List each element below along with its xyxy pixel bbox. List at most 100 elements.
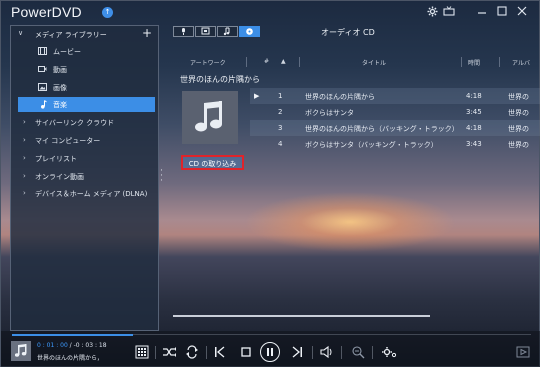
- sort-ascending-icon[interactable]: ▲: [281, 58, 286, 65]
- track-number: 3: [278, 124, 283, 132]
- chevron-right-icon: ›: [23, 172, 26, 180]
- sidebar-item-cyberlink-cloud[interactable]: › サイバーリンク クラウド: [11, 115, 158, 130]
- close-icon[interactable]: [516, 6, 528, 18]
- media-library-header[interactable]: ∨ メディア ライブラリー +: [11, 26, 158, 42]
- chevron-down-icon: ∨: [18, 29, 24, 37]
- import-cd-label: CD の取り込み: [188, 160, 237, 168]
- next-icon[interactable]: [291, 345, 303, 359]
- music-note-icon: [38, 100, 47, 109]
- sidebar-item-dlna[interactable]: › デバイス＆ホーム メディア (DLNA): [11, 186, 158, 201]
- repeat-icon[interactable]: [185, 345, 199, 359]
- track-artist: 世界の: [508, 109, 529, 117]
- column-header-artist[interactable]: アルバ: [512, 58, 530, 67]
- sidebar-group-label: プレイリスト: [35, 155, 77, 163]
- import-cd-button[interactable]: CD の取り込み: [181, 155, 244, 170]
- mini-player-icon[interactable]: [516, 345, 530, 359]
- chevron-right-icon: ›: [23, 154, 26, 162]
- volume-icon[interactable]: [320, 345, 334, 359]
- sidebar-item-label: ムービー: [53, 48, 81, 56]
- sidebar-item-label: 動画: [53, 66, 67, 74]
- settings-gear-icon[interactable]: [426, 6, 438, 18]
- track-list-header: アートワーク # ▲ タイトル 時間 アルバ: [173, 57, 540, 68]
- grid-view-icon[interactable]: [135, 345, 149, 359]
- panel-splitter-handle[interactable]: · · ·: [160, 167, 163, 186]
- pause-icon: [267, 348, 269, 356]
- sidebar-item-movies[interactable]: ムービー: [11, 44, 158, 59]
- app-title: PowerDVD: [11, 4, 82, 20]
- video-icon: [38, 65, 47, 73]
- add-media-button[interactable]: +: [142, 26, 152, 40]
- screen-icon: [201, 27, 210, 35]
- sidebar-item-my-computer[interactable]: › マイ コンピューター: [11, 133, 158, 148]
- minimize-icon[interactable]: [476, 6, 488, 18]
- track-duration: 3:45: [466, 108, 482, 116]
- track-row[interactable]: 3 世界のほんの片隅から（バッキング・トラック） 4:18 世界の: [250, 120, 540, 136]
- playback-time: 0 : 01 : 00 / -0 : 03 : 18: [37, 342, 107, 349]
- track-title: ボクらはサンタ: [305, 109, 354, 117]
- stop-icon[interactable]: [240, 345, 252, 359]
- sidebar-group-label: オンライン動画: [35, 173, 84, 181]
- track-artist: 世界の: [508, 141, 529, 149]
- film-icon: [38, 47, 47, 55]
- column-header-number[interactable]: #: [264, 58, 269, 65]
- shuffle-icon[interactable]: [162, 345, 176, 359]
- sidebar-item-videos[interactable]: 動画: [11, 62, 158, 77]
- music-note-icon: [223, 27, 230, 36]
- track-title: 世界のほんの片隅から: [305, 93, 375, 101]
- title-bar: PowerDVD ↑: [1, 1, 540, 25]
- chevron-right-icon: ›: [23, 118, 26, 126]
- track-number: 4: [278, 140, 283, 148]
- track-duration: 3:43: [466, 140, 482, 148]
- media-library-label: メディア ライブラリー: [35, 31, 107, 39]
- track-artist: 世界の: [508, 125, 529, 133]
- track-title: 世界のほんの片隅から（バッキング・トラック）: [305, 125, 459, 133]
- seek-bar-played[interactable]: [12, 334, 133, 336]
- previous-icon[interactable]: [214, 345, 226, 359]
- music-note-icon: [195, 101, 222, 132]
- track-duration: 4:18: [466, 124, 482, 132]
- pause-button[interactable]: [260, 342, 280, 362]
- column-header-title[interactable]: タイトル: [362, 58, 386, 67]
- seek-bar-remaining[interactable]: [133, 334, 531, 335]
- sidebar-group-label: デバイス＆ホーム メディア (DLNA): [35, 190, 148, 198]
- sidebar-item-playlists[interactable]: › プレイリスト: [11, 151, 158, 166]
- chevron-right-icon: ›: [23, 136, 26, 144]
- track-row[interactable]: 4 ボクらはサンタ（バッキング・トラック） 3:43 世界の: [250, 136, 540, 152]
- upgrade-badge-icon[interactable]: ↑: [102, 7, 113, 18]
- sidebar-item-label: 画像: [53, 84, 67, 92]
- tab-microphone[interactable]: [173, 26, 194, 37]
- sidebar-item-music[interactable]: 音楽: [18, 97, 155, 112]
- track-number: 1: [278, 92, 283, 100]
- now-playing-thumbnail[interactable]: [11, 341, 31, 361]
- elapsed-time: 0 : 01 : 00: [37, 342, 68, 349]
- sidebar-group-label: サイバーリンク クラウド: [35, 119, 115, 127]
- track-row[interactable]: 2 ボクらはサンタ 3:45 世界の: [250, 104, 540, 120]
- maximize-icon[interactable]: [496, 6, 508, 18]
- album-title: 世界のほんの片隅から: [180, 75, 260, 84]
- zoom-icon[interactable]: [351, 345, 365, 359]
- track-artist: 世界の: [508, 93, 529, 101]
- media-library-panel: ∨ メディア ライブラリー + ムービー 動画 画像 音楽 › サイバーリンク …: [10, 25, 159, 331]
- column-header-artwork[interactable]: アートワーク: [190, 58, 226, 67]
- horizontal-scrollbar[interactable]: [173, 315, 430, 317]
- track-row[interactable]: ▶ 1 世界のほんの片隅から 4:18 世界の: [250, 88, 540, 104]
- sidebar-group-label: マイ コンピューター: [35, 137, 101, 145]
- tab-screen[interactable]: [195, 26, 216, 37]
- disc-icon: [246, 28, 253, 35]
- remaining-time: -0 : 03 : 18: [73, 342, 107, 349]
- chevron-right-icon: ›: [23, 189, 26, 197]
- music-note-icon: [15, 344, 27, 357]
- tab-music[interactable]: [217, 26, 238, 37]
- sidebar-item-images[interactable]: 画像: [11, 80, 158, 95]
- disc-title: オーディオ CD: [321, 28, 375, 37]
- track-title: ボクらはサンタ（バッキング・トラック）: [305, 141, 438, 149]
- player-settings-icon[interactable]: [381, 345, 397, 359]
- tv-mode-icon[interactable]: [443, 6, 455, 18]
- powerdvd-window: PowerDVD ↑ ∨ メディア ライブラリー + ムービー 動画 画像 音楽…: [0, 0, 540, 367]
- sidebar-item-online-videos[interactable]: › オンライン動画: [11, 169, 158, 184]
- track-number: 2: [278, 108, 283, 116]
- album-artwork: [182, 91, 238, 144]
- tab-disc[interactable]: [239, 26, 260, 37]
- column-header-time[interactable]: 時間: [468, 58, 480, 67]
- now-playing-icon: ▶: [254, 92, 260, 100]
